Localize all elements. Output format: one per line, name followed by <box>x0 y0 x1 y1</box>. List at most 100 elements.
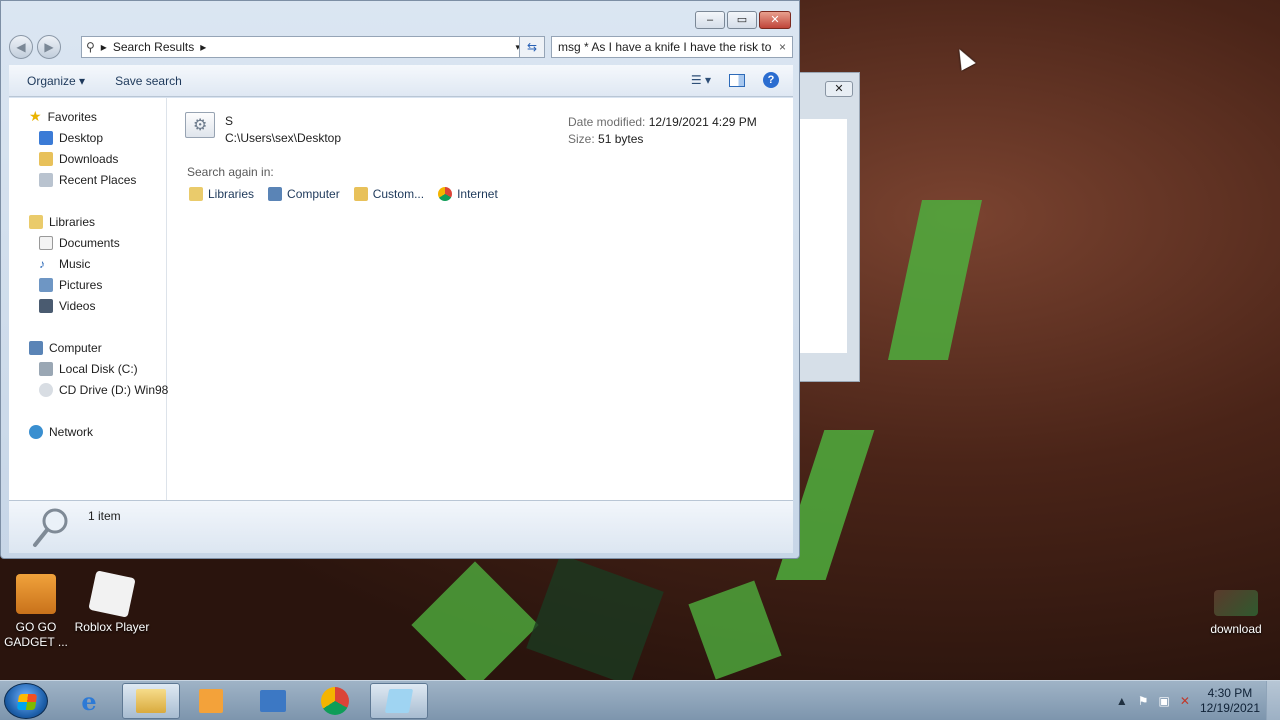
taskbar-notepad[interactable] <box>370 683 428 719</box>
clock[interactable]: 4:30 PM 12/19/2021 <box>1200 686 1260 716</box>
show-desktop-button[interactable] <box>1266 681 1280 720</box>
background-window-close-button[interactable]: ✕ <box>825 81 853 97</box>
breadcrumb-arrow-icon: ▸ <box>100 40 107 54</box>
size-label: Size: <box>568 132 595 146</box>
libraries-icon <box>189 187 203 201</box>
network-status-icon[interactable]: ▣ <box>1159 694 1170 708</box>
search-again-label: Internet <box>457 187 498 201</box>
desktop-icon-download[interactable]: download <box>1196 590 1276 637</box>
view-options-icon[interactable]: ☰ ▾ <box>691 73 711 87</box>
search-again-list: Libraries Computer Custom... Internet <box>189 187 498 201</box>
control-panel-icon <box>260 690 286 712</box>
sidebar-item-label: CD Drive (D:) Win98 <box>59 382 169 397</box>
result-name[interactable]: S <box>225 114 233 128</box>
custom-folder-icon <box>353 187 368 201</box>
downloads-folder-icon <box>39 151 53 166</box>
close-button[interactable]: ✕ <box>759 11 791 29</box>
refresh-button[interactable]: ⇆ <box>519 36 545 58</box>
sidebar-item-recent-places[interactable]: Recent Places <box>9 169 166 190</box>
music-note-icon: ♪ <box>39 256 45 271</box>
mouse-pointer-icon <box>952 45 976 71</box>
search-again-libraries[interactable]: Libraries <box>189 187 254 201</box>
internet-explorer-icon: e <box>81 686 97 716</box>
sidebar-item-desktop[interactable]: Desktop <box>9 127 166 148</box>
sidebar-item-music[interactable]: ♪ Music <box>9 253 166 274</box>
breadcrumb-search-results[interactable]: Search Results <box>113 40 194 54</box>
sidebar-item-libraries[interactable]: Libraries <box>9 211 166 232</box>
toolbar-right: ☰ ▾ ? <box>691 72 779 88</box>
volume-muted-icon[interactable]: ✕ <box>1180 694 1190 708</box>
system-tray: ▲ ⚑ ▣ ✕ 4:30 PM 12/19/2021 <box>1116 681 1280 720</box>
taskbar-chrome[interactable] <box>306 683 364 719</box>
details-pane: 1 item <box>9 500 793 553</box>
taskbar: e ▲ ⚑ ▣ ✕ 4:30 PM 12/19/2021 <box>0 680 1280 720</box>
taskbar-internet-explorer[interactable]: e <box>60 683 118 719</box>
sidebar-item-pictures[interactable]: Pictures <box>9 274 166 295</box>
help-icon[interactable]: ? <box>763 72 779 88</box>
search-again-computer[interactable]: Computer <box>268 187 340 201</box>
result-row[interactable]: S C:\Users\sex\Desktop Date modified: 12… <box>185 110 785 150</box>
search-again-label: Libraries <box>208 187 255 201</box>
sidebar-item-label: Computer <box>49 340 102 355</box>
chrome-icon <box>438 187 453 201</box>
sidebar-item-videos[interactable]: Videos <box>9 295 166 316</box>
show-hidden-icons-icon[interactable]: ▲ <box>1116 694 1128 708</box>
results-pane: S C:\Users\sex\Desktop Date modified: 12… <box>167 98 793 500</box>
sidebar-item-favorites[interactable]: ★ Favorites <box>9 106 166 127</box>
search-again-title: Search again in: <box>187 165 274 179</box>
pictures-icon <box>39 277 53 292</box>
taskbar-windows-explorer[interactable] <box>122 683 180 719</box>
sidebar-item-label: Local Disk (C:) <box>59 361 138 376</box>
background-window[interactable]: ✕ <box>790 72 860 382</box>
organize-button[interactable]: Organize ▾ <box>27 74 85 88</box>
minimize-button[interactable]: – <box>695 11 725 29</box>
taskbar-control-panel[interactable] <box>244 683 302 719</box>
sidebar-item-network[interactable]: Network <box>9 421 166 442</box>
desktop-icon-gogo-gadget[interactable]: GO GO GADGET ... <box>0 574 76 650</box>
recent-places-icon <box>39 172 53 187</box>
desktop-icon-label: Roblox Player <box>74 620 150 634</box>
navigation-pane: ★ Favorites Desktop Downloads Recent Pla… <box>9 98 169 500</box>
folder-icon <box>136 689 166 713</box>
sidebar-item-local-disk[interactable]: Local Disk (C:) <box>9 358 166 379</box>
back-button[interactable]: ◀ <box>9 35 33 59</box>
sidebar-item-label: Downloads <box>59 151 119 166</box>
desktop-icon-roblox[interactable]: Roblox Player <box>72 570 152 635</box>
sidebar-item-documents[interactable]: Documents <box>9 232 166 253</box>
address-bar[interactable]: ⚲ ▸ Search Results ▸ ▾ <box>81 36 525 58</box>
maximize-button[interactable]: ▭ <box>727 11 757 29</box>
search-again-custom[interactable]: Custom... <box>353 187 424 201</box>
breadcrumb-arrow-icon[interactable]: ▸ <box>200 40 206 54</box>
briefcase-icon <box>16 574 56 614</box>
search-again-label: Computer <box>287 187 340 201</box>
search-box[interactable]: msg * As I have a knife I have the risk … <box>551 36 793 58</box>
desktop-icon-label: GO GO GADGET ... <box>4 620 68 649</box>
wallpaper-pattern <box>688 580 782 680</box>
sidebar-item-downloads[interactable]: Downloads <box>9 148 166 169</box>
forward-button[interactable]: ▶ <box>37 35 61 59</box>
sidebar-item-cd-drive[interactable]: CD Drive (D:) Win98 <box>9 379 169 400</box>
content-area: ★ Favorites Desktop Downloads Recent Pla… <box>9 98 793 500</box>
sidebar-item-computer[interactable]: Computer <box>9 337 166 358</box>
image-thumbnail-icon <box>1214 590 1258 616</box>
clock-time: 4:30 PM <box>1207 686 1253 700</box>
clear-search-icon[interactable]: × <box>779 40 786 54</box>
wallpaper-pattern <box>526 554 664 686</box>
desktop-icon <box>39 130 53 145</box>
size-value: 51 bytes <box>598 132 644 146</box>
wallpaper-pattern <box>887 200 983 360</box>
search-again-internet[interactable]: Internet <box>438 187 498 201</box>
start-button[interactable] <box>4 683 48 719</box>
notepad-icon <box>384 689 414 713</box>
save-search-button[interactable]: Save search <box>115 74 182 88</box>
chrome-icon <box>321 687 349 715</box>
taskbar-media-player[interactable] <box>182 683 240 719</box>
item-count: 1 item <box>88 509 121 523</box>
sidebar-item-label: Libraries <box>49 214 96 229</box>
action-center-flag-icon[interactable]: ⚑ <box>1138 694 1149 708</box>
preview-pane-icon[interactable] <box>729 73 745 87</box>
search-input[interactable]: msg * As I have a knife I have the risk … <box>558 40 775 54</box>
sidebar-item-label: Desktop <box>59 130 104 145</box>
search-icon: ⚲ <box>86 40 95 54</box>
sidebar-item-label: Recent Places <box>59 172 137 187</box>
